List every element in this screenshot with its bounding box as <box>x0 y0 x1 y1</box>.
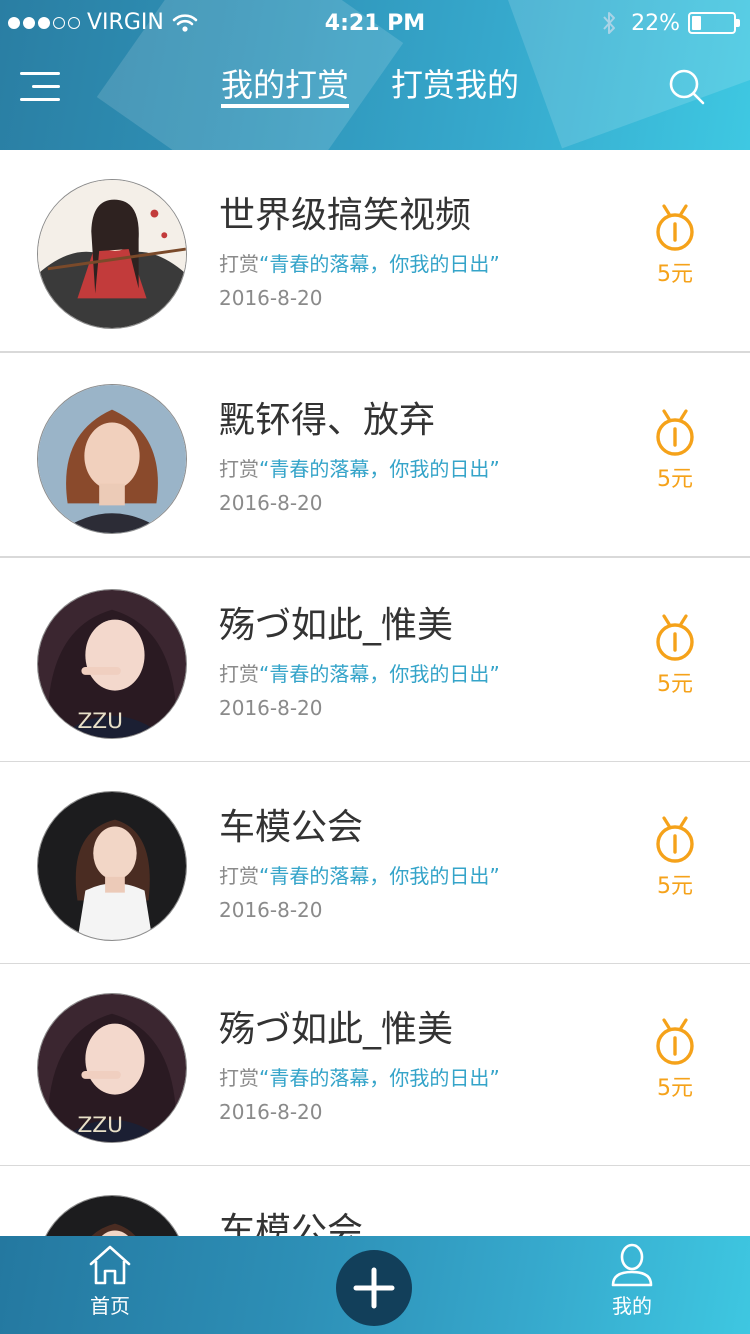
row-quote: “青春的落幕，你我的日出” <box>259 1066 500 1090</box>
row-quote: “青春的落幕，你我的日出” <box>259 662 500 686</box>
plus-icon <box>353 1267 395 1309</box>
row-date: 2016-8-20 <box>219 696 323 720</box>
list-item[interactable]: ZZU 殇づ如此_惟美 打赏“青春的落幕，你我的日出” 2016-8-20 5元 <box>0 964 750 1167</box>
row-label: 打赏 <box>219 864 259 888</box>
dark-hair-girl-avatar: ZZU <box>37 993 187 1143</box>
reward-badge[interactable]: 5元 <box>654 204 696 288</box>
header: VIRGIN 4:21 PM 22% 我的打赏 打赏我的 <box>0 0 750 150</box>
row-label: 打赏 <box>219 662 259 686</box>
tab-mine-label: 我的 <box>612 1294 652 1318</box>
row-name: 世界级搞笑视频 <box>219 195 472 236</box>
row-message: 打赏“青春的落幕，你我的日出” <box>219 248 500 277</box>
reward-amount: 5元 <box>657 1076 693 1101</box>
tab-my-rewards[interactable]: 我的打赏 <box>221 60 350 108</box>
row-name: 车模公会 <box>219 1211 364 1236</box>
model-woman-avatar <box>37 791 187 941</box>
row-quote: “青春的落幕，你我的日出” <box>259 457 500 481</box>
tab-rewards-to-me[interactable]: 打赏我的 <box>391 60 519 106</box>
coin-icon <box>656 1018 694 1065</box>
reward-amount: 5元 <box>657 262 693 287</box>
reward-amount: 5元 <box>657 672 693 697</box>
list-item[interactable]: ZZU 殇づ如此_惟美 打赏“青春的落幕，你我的日出” 2016-8-20 5元 <box>0 560 750 763</box>
home-icon <box>89 1245 131 1285</box>
battery-fill <box>692 16 701 30</box>
row-message: 打赏“青春的落幕，你我的日出” <box>219 453 500 482</box>
row-date: 2016-8-20 <box>219 1100 323 1124</box>
row-name: 殇づ如此_惟美 <box>219 1009 454 1050</box>
row-date: 2016-8-20 <box>219 898 323 922</box>
reward-badge[interactable]: 5元 <box>654 409 696 493</box>
reward-amount: 5元 <box>657 467 693 492</box>
dark-hair-girl-avatar: ZZU <box>37 589 187 739</box>
coin-icon <box>656 409 694 456</box>
add-button[interactable] <box>336 1250 412 1326</box>
user-icon <box>611 1243 653 1287</box>
status-bar: VIRGIN 4:21 PM 22% <box>0 0 750 50</box>
reward-badge[interactable]: 5元 <box>654 816 696 900</box>
row-name: 黖钚得、放弃 <box>219 400 436 441</box>
coin-icon <box>656 816 694 863</box>
row-date: 2016-8-20 <box>219 491 323 515</box>
row-quote: “青春的落幕，你我的日出” <box>259 864 500 888</box>
list-item[interactable]: 世界级搞笑视频 打赏“青春的落幕，你我的日出” 2016-8-20 5元 <box>0 150 750 353</box>
reward-amount: 5元 <box>657 874 693 899</box>
battery-percent: 22% <box>631 10 680 36</box>
tab-home[interactable]: 首页 <box>70 1242 150 1319</box>
reward-badge[interactable]: 5元 <box>654 1018 696 1102</box>
search-icon[interactable] <box>668 68 706 106</box>
row-name: 车模公会 <box>219 807 364 848</box>
coin-icon <box>656 614 694 661</box>
svg-text:ZZU: ZZU <box>77 709 123 734</box>
row-quote: “青春的落幕，你我的日出” <box>259 252 500 276</box>
row-label: 打赏 <box>219 1066 259 1090</box>
status-right: 22% <box>601 10 740 36</box>
header-tabs: 我的打赏 打赏我的 <box>0 60 750 120</box>
reward-list: 世界级搞笑视频 打赏“青春的落幕，你我的日出” 2016-8-20 5元 黖钚得… <box>0 150 750 1236</box>
anime-girl-avatar <box>37 179 187 329</box>
redhead-woman-avatar <box>37 384 187 534</box>
tab-home-label: 首页 <box>90 1294 130 1318</box>
list-item[interactable]: 黖钚得、放弃 打赏“青春的落幕，你我的日出” 2016-8-20 5元 <box>0 355 750 558</box>
svg-text:ZZU: ZZU <box>77 1113 123 1138</box>
reward-badge[interactable]: 5元 <box>654 614 696 698</box>
model-woman-avatar <box>37 1195 187 1236</box>
row-name: 殇づ如此_惟美 <box>219 605 454 646</box>
row-message: 打赏“青春的落幕，你我的日出” <box>219 658 500 687</box>
row-label: 打赏 <box>219 252 259 276</box>
coin-icon <box>656 204 694 251</box>
row-message: 打赏“青春的落幕，你我的日出” <box>219 1062 500 1091</box>
tab-mine[interactable]: 我的 <box>592 1242 672 1319</box>
row-message: 打赏“青春的落幕，你我的日出” <box>219 860 500 889</box>
list-item[interactable]: 车模公会 打赏“青春的落幕，你我的日出” 2016-8-20 5元 <box>0 762 750 965</box>
list-item[interactable]: 车模公会 <box>0 1166 750 1236</box>
battery-icon <box>688 12 740 34</box>
row-label: 打赏 <box>219 457 259 481</box>
bluetooth-icon <box>603 12 616 34</box>
row-date: 2016-8-20 <box>219 286 323 310</box>
